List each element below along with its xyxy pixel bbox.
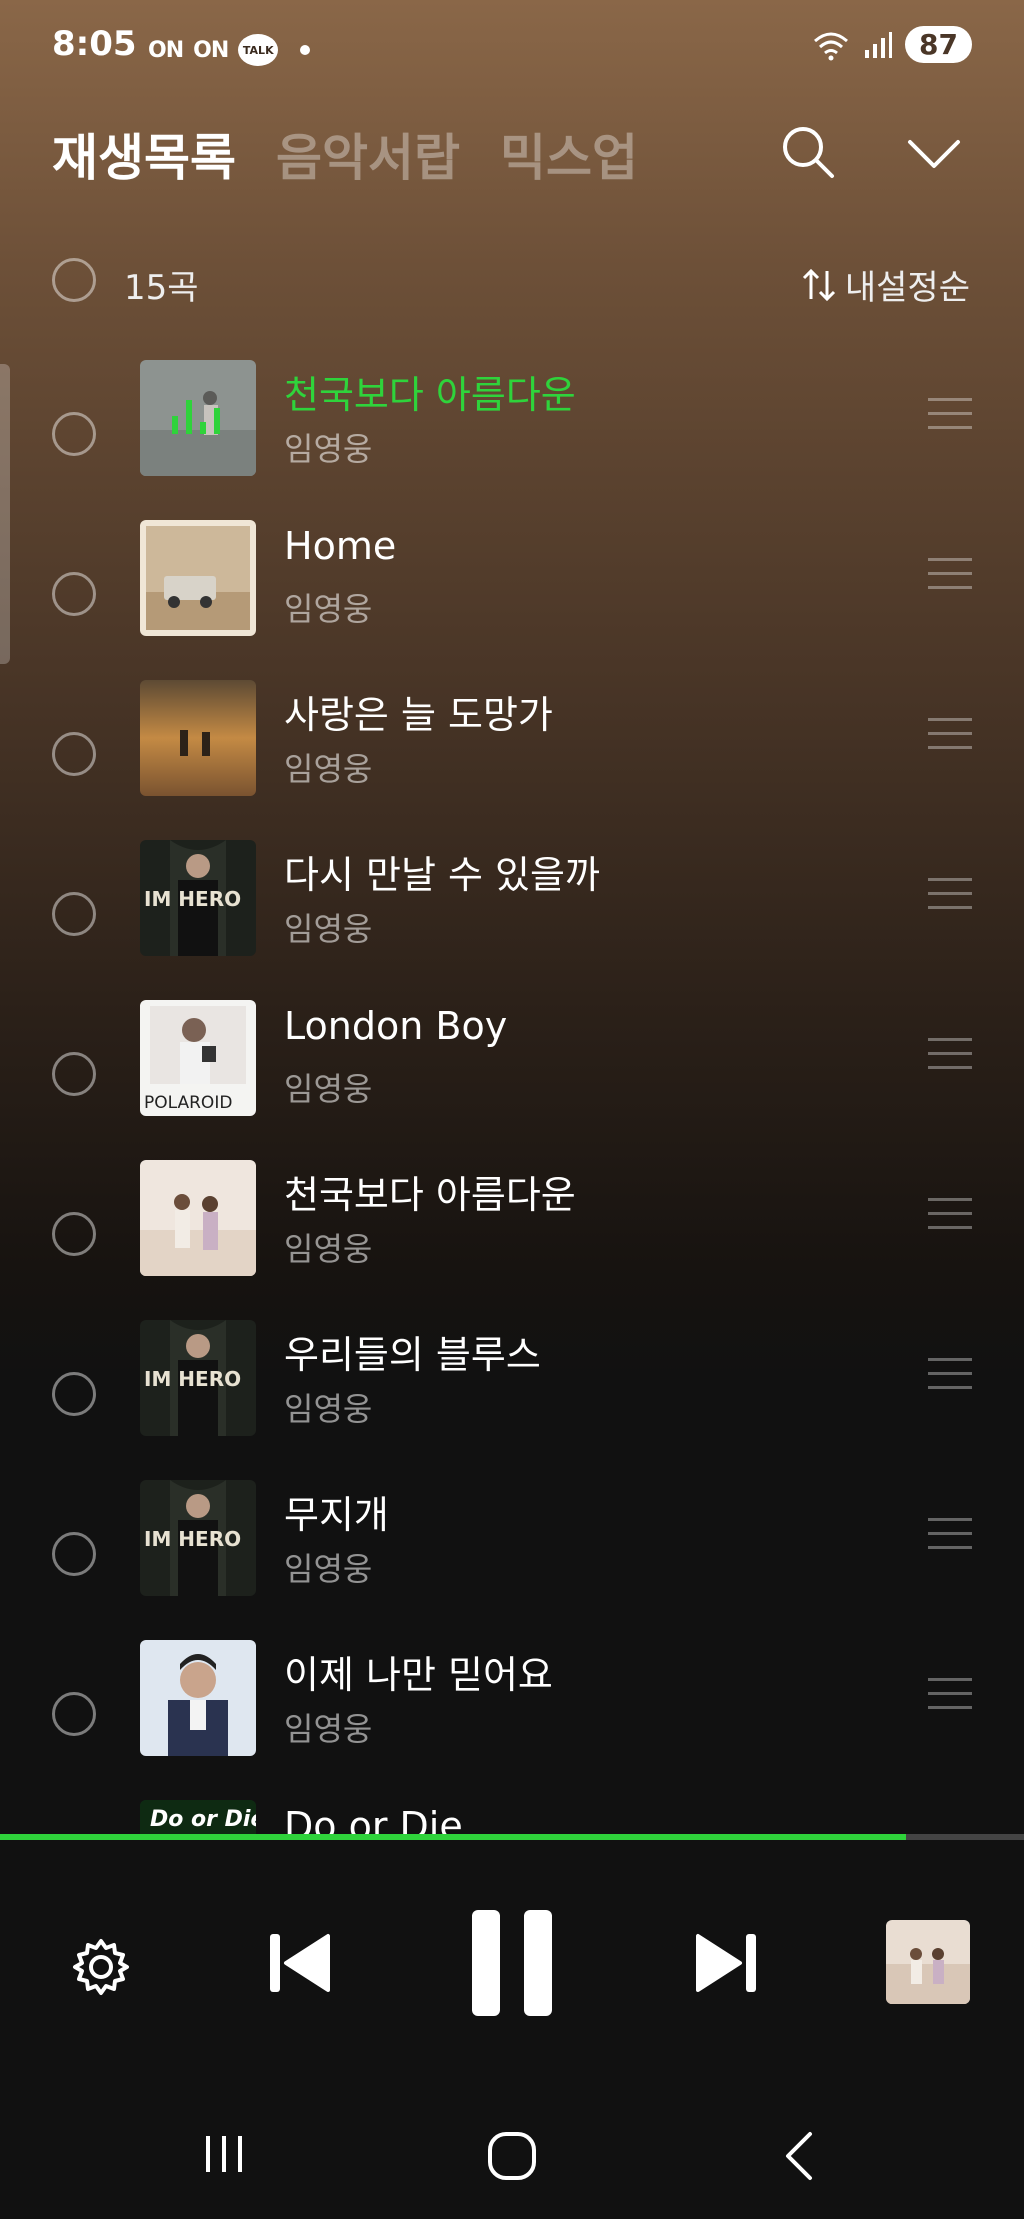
drag-handle-icon[interactable]	[928, 1038, 972, 1080]
song-select-checkbox[interactable]	[52, 1052, 96, 1096]
now-playing-equalizer-icon	[172, 400, 220, 434]
song-title: 사랑은 늘 도망가	[284, 693, 553, 737]
song-artist: 임영웅	[284, 750, 373, 788]
player-bar	[0, 1840, 1024, 2080]
album-art: IM HERO	[140, 1320, 256, 1436]
album-art	[140, 1640, 256, 1756]
svg-text:POLAROID: POLAROID	[144, 1093, 232, 1113]
select-all-checkbox[interactable]	[52, 258, 96, 302]
notification-on-icon: ON	[148, 37, 184, 63]
song-title: 다시 만날 수 있을까	[284, 853, 600, 897]
next-track-icon[interactable]	[694, 1930, 760, 1996]
song-artist: 임영웅	[284, 1230, 373, 1268]
album-art: Do or Die	[140, 1800, 256, 1838]
song-select-checkbox[interactable]	[52, 892, 96, 936]
settings-gear-icon[interactable]	[70, 1936, 132, 1998]
more-notifications-dot	[300, 45, 311, 55]
drag-handle-icon[interactable]	[928, 1678, 972, 1720]
svg-text:IM HERO: IM HERO	[144, 1367, 241, 1391]
wifi-icon	[814, 32, 849, 60]
now-playing-album-art[interactable]	[886, 1920, 970, 2004]
song-row[interactable]: 천국보다 아름다운 임영웅	[0, 354, 1024, 514]
album-art: POLAROID	[140, 1000, 256, 1116]
music-app-screen: 8:05 ON ON TALK 87 재생목록 음악서랍 믹스업 15곡 내설정…	[0, 0, 1024, 2219]
notification-icons: ON ON TALK	[148, 34, 311, 66]
drag-handle-icon[interactable]	[928, 878, 972, 920]
tab-bar: 재생목록 음악서랍 믹스업	[52, 118, 638, 190]
tab-music-drawer[interactable]: 음악서랍	[276, 118, 460, 190]
svg-text:IM HERO: IM HERO	[144, 1527, 241, 1551]
sort-arrows-icon	[802, 268, 835, 301]
album-art	[140, 680, 256, 796]
song-title: 무지개	[284, 1493, 389, 1537]
svg-text:IM HERO: IM HERO	[144, 887, 241, 911]
song-artist: 임영웅	[284, 910, 373, 948]
album-art: IM HERO	[140, 1480, 256, 1596]
drag-handle-icon[interactable]	[928, 718, 972, 760]
tab-mixup[interactable]: 믹스업	[500, 118, 638, 190]
song-row[interactable]: POLAROID London Boy 임영웅	[0, 994, 1024, 1154]
song-row[interactable]: Home 임영웅	[0, 514, 1024, 674]
notification-on-icon-2: ON	[193, 37, 229, 63]
list-header: 15곡 내설정순	[52, 252, 970, 312]
song-select-checkbox[interactable]	[52, 1532, 96, 1576]
album-art	[140, 520, 256, 636]
drag-handle-icon[interactable]	[928, 398, 972, 440]
search-icon[interactable]	[780, 124, 836, 180]
tab-playlist[interactable]: 재생목록	[52, 118, 236, 190]
song-title: London Boy	[284, 1004, 508, 1048]
song-title: 우리들의 블루스	[284, 1333, 541, 1377]
system-status-icons: 87	[811, 26, 972, 63]
song-row[interactable]: IM HERO 다시 만날 수 있을까 임영웅	[0, 834, 1024, 994]
song-row[interactable]: Do or Die Do or Die 임영웅	[0, 1794, 1024, 1838]
song-artist: 임영웅	[284, 1390, 373, 1428]
drag-handle-icon[interactable]	[928, 1198, 972, 1240]
song-select-checkbox[interactable]	[52, 1692, 96, 1736]
song-title: 천국보다 아름다운	[284, 1173, 576, 1217]
song-row[interactable]: 사랑은 늘 도망가 임영웅	[0, 674, 1024, 834]
song-artist: 임영웅	[284, 1070, 373, 1108]
previous-track-icon[interactable]	[266, 1930, 332, 1996]
signal-icon	[865, 31, 893, 58]
song-artist: 임영웅	[284, 1550, 373, 1588]
system-navigation-bar	[0, 2080, 1024, 2219]
song-row[interactable]: IM HERO 무지개 임영웅	[0, 1474, 1024, 1634]
kakaotalk-icon: TALK	[238, 34, 279, 66]
drag-handle-icon[interactable]	[928, 558, 972, 600]
status-bar: 8:05 ON ON TALK 87	[0, 0, 1024, 96]
drag-handle-icon[interactable]	[928, 1518, 972, 1560]
song-artist: 임영웅	[284, 590, 373, 628]
song-select-checkbox[interactable]	[52, 732, 96, 776]
song-row[interactable]: IM HERO 우리들의 블루스 임영웅	[0, 1314, 1024, 1474]
status-time: 8:05	[52, 24, 137, 64]
song-list: 천국보다 아름다운 임영웅 Home 임영웅 사랑은 늘 도망가 임영웅 IM …	[0, 354, 1024, 1838]
song-row[interactable]: 이제 나만 믿어요 임영웅	[0, 1634, 1024, 1794]
album-art	[140, 1160, 256, 1276]
song-row[interactable]: 천국보다 아름다운 임영웅	[0, 1154, 1024, 1314]
song-title: 천국보다 아름다운	[284, 373, 576, 417]
song-title: 이제 나만 믿어요	[284, 1653, 553, 1697]
song-title: Home	[284, 524, 397, 568]
recent-apps-icon[interactable]	[200, 2132, 248, 2176]
battery-indicator: 87	[905, 26, 972, 63]
song-select-checkbox[interactable]	[52, 412, 96, 456]
sort-button[interactable]: 내설정순	[801, 260, 970, 309]
album-art: IM HERO	[140, 840, 256, 956]
home-icon[interactable]	[486, 2130, 538, 2182]
song-select-checkbox[interactable]	[52, 572, 96, 616]
song-artist: 임영웅	[284, 1710, 373, 1748]
song-title: Do or Die	[284, 1804, 463, 1838]
chevron-down-icon[interactable]	[906, 134, 962, 174]
song-artist: 임영웅	[284, 430, 373, 468]
song-select-checkbox[interactable]	[52, 1212, 96, 1256]
sort-label: 내설정순	[844, 268, 970, 308]
song-count: 15곡	[124, 268, 199, 308]
drag-handle-icon[interactable]	[928, 1358, 972, 1400]
pause-icon[interactable]	[470, 1908, 554, 2018]
svg-text:Do or Die: Do or Die	[150, 1807, 256, 1832]
song-select-checkbox[interactable]	[52, 1372, 96, 1416]
back-icon[interactable]	[780, 2130, 816, 2182]
album-art	[140, 360, 256, 476]
